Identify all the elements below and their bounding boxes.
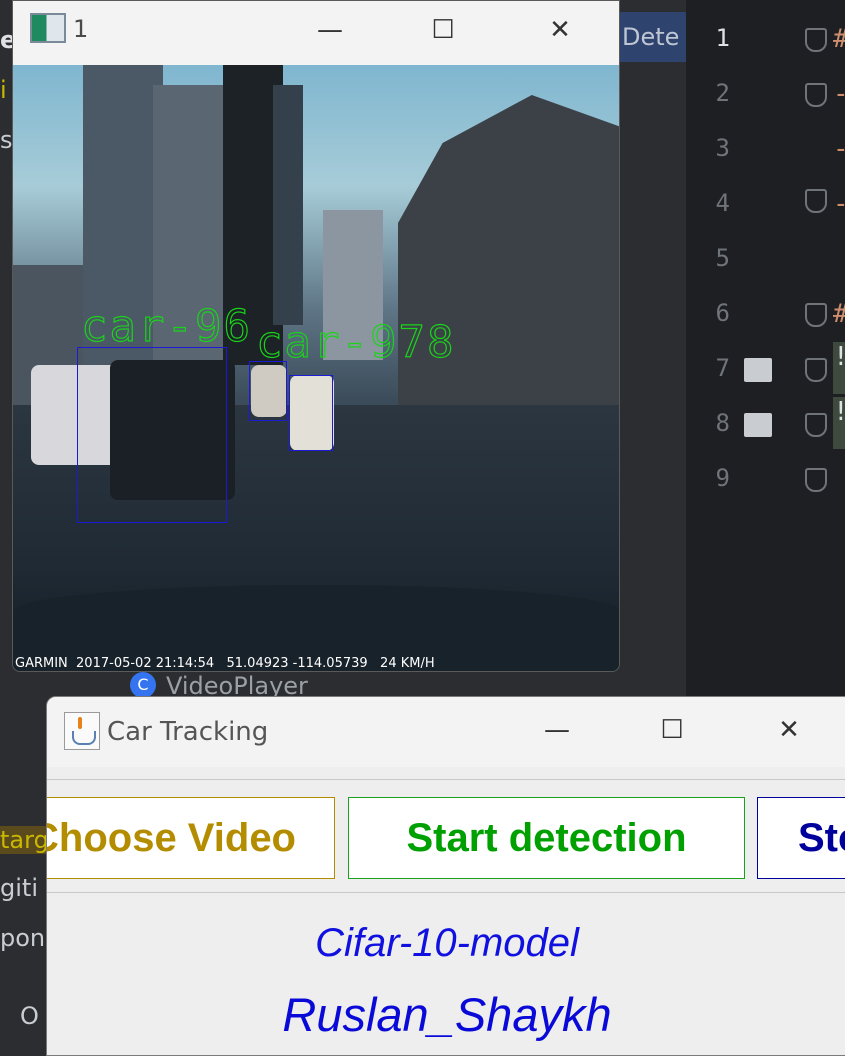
fold-icon[interactable] [805, 303, 827, 327]
stop-button[interactable]: Stop [757, 797, 845, 879]
code-fragment: ! [833, 397, 845, 449]
detection-label: car-978 [255, 316, 456, 368]
close-button[interactable]: ✕ [769, 715, 809, 745]
maximize-button[interactable]: ☐ [423, 15, 463, 45]
model-label: Cifar-10-model [315, 921, 579, 965]
maximize-button[interactable]: ☐ [652, 715, 692, 745]
dashcam-osd-text: GARMIN 2017-05-02 21:14:54 51.04923 -114… [15, 656, 435, 671]
line-number: 5 [715, 244, 730, 272]
line-number: 4 [715, 189, 730, 217]
car-tracking-title: Car Tracking [107, 717, 269, 747]
video-window-title: 1 [73, 15, 89, 43]
car-tracking-titlebar[interactable]: Car Tracking — ☐ ✕ [47, 697, 845, 767]
video-window: 1 — ☐ ✕ car-96 car-978 GARMIN 2017-05-02… [12, 0, 620, 672]
code-fragment: # [833, 299, 845, 329]
ide-project-fragment: i [0, 76, 7, 104]
author-label: Ruslan_Shaykh [282, 988, 612, 1041]
line-number: 1 [715, 24, 730, 52]
fold-icon[interactable] [805, 189, 827, 213]
line-number: 7 [715, 354, 730, 382]
detection-label: car-96 [80, 300, 252, 352]
code-fragment: - [833, 79, 845, 109]
car-tracking-window: Car Tracking — ☐ ✕ Choose Video Start de… [46, 696, 845, 1056]
line-number: 9 [715, 464, 730, 492]
building [273, 85, 303, 325]
class-icon: C [130, 672, 156, 698]
choose-video-button[interactable]: Choose Video [47, 797, 335, 879]
button-toolbar: Choose Video Start detection Stop [47, 779, 845, 893]
video-frame: car-96 car-978 GARMIN 2017-05-02 21:14:5… [13, 65, 619, 671]
image-icon[interactable] [744, 413, 772, 437]
detection-box [249, 361, 287, 421]
minimize-button[interactable]: — [537, 715, 577, 745]
ide-project-fragment: pon [0, 924, 46, 952]
ide-project-fragment: giti [0, 874, 38, 902]
line-number: 2 [715, 79, 730, 107]
ide-project-fragment: s [0, 126, 13, 154]
fold-icon[interactable] [805, 83, 827, 107]
image-icon[interactable] [744, 358, 772, 382]
fold-icon[interactable] [805, 413, 827, 437]
detection-box [289, 375, 333, 451]
close-button[interactable]: ✕ [540, 15, 580, 45]
code-fragment: - [833, 189, 845, 219]
ide-project-fragment: O [20, 1002, 39, 1030]
videoplayer-class-item[interactable]: C VideoPlayer [130, 672, 308, 700]
code-fragment: ! [833, 342, 845, 394]
ide-project-fragment: targ [0, 826, 49, 854]
line-number: 6 [715, 299, 730, 327]
minimize-button[interactable]: — [310, 15, 350, 45]
video-window-titlebar[interactable]: 1 — ☐ ✕ [13, 1, 619, 65]
ide-editor-tab[interactable]: Dete [614, 12, 686, 62]
window-app-icon [30, 13, 66, 43]
start-detection-button[interactable]: Start detection [348, 797, 745, 879]
fold-icon[interactable] [805, 468, 827, 492]
fold-icon[interactable] [805, 28, 827, 52]
java-icon [64, 712, 100, 750]
code-fragment: # [833, 24, 845, 54]
line-number: 8 [715, 409, 730, 437]
line-number: 3 [715, 134, 730, 162]
detection-box [77, 347, 227, 523]
code-fragment: - [833, 134, 845, 164]
fold-icon[interactable] [805, 358, 827, 382]
